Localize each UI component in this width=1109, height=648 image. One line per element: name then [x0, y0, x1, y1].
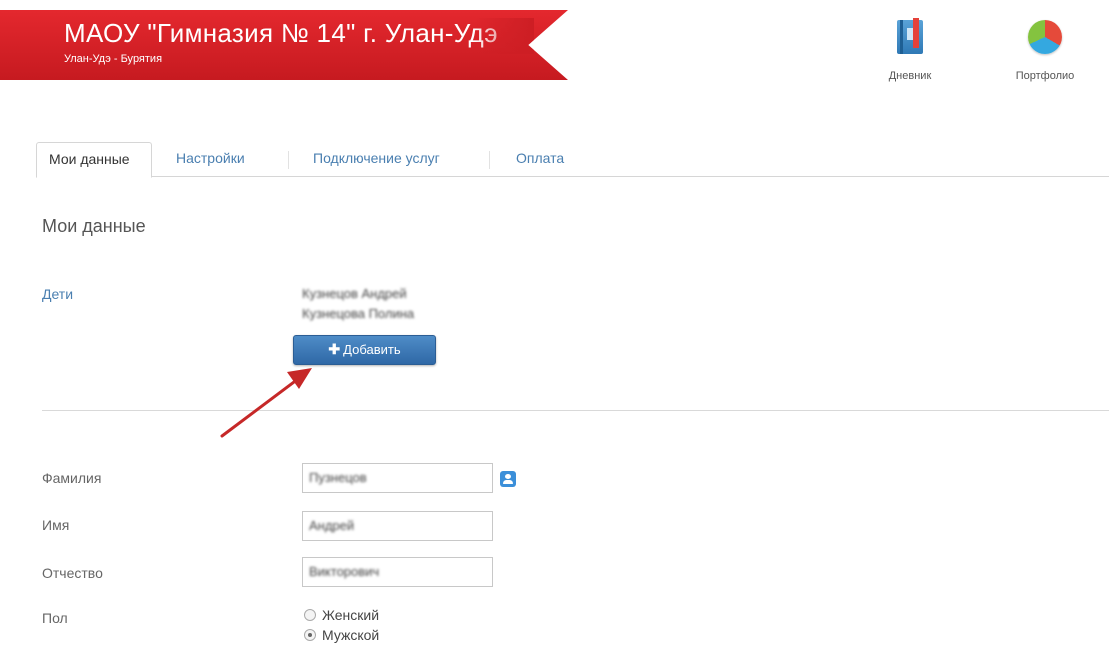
- annotation-arrow: [220, 368, 312, 438]
